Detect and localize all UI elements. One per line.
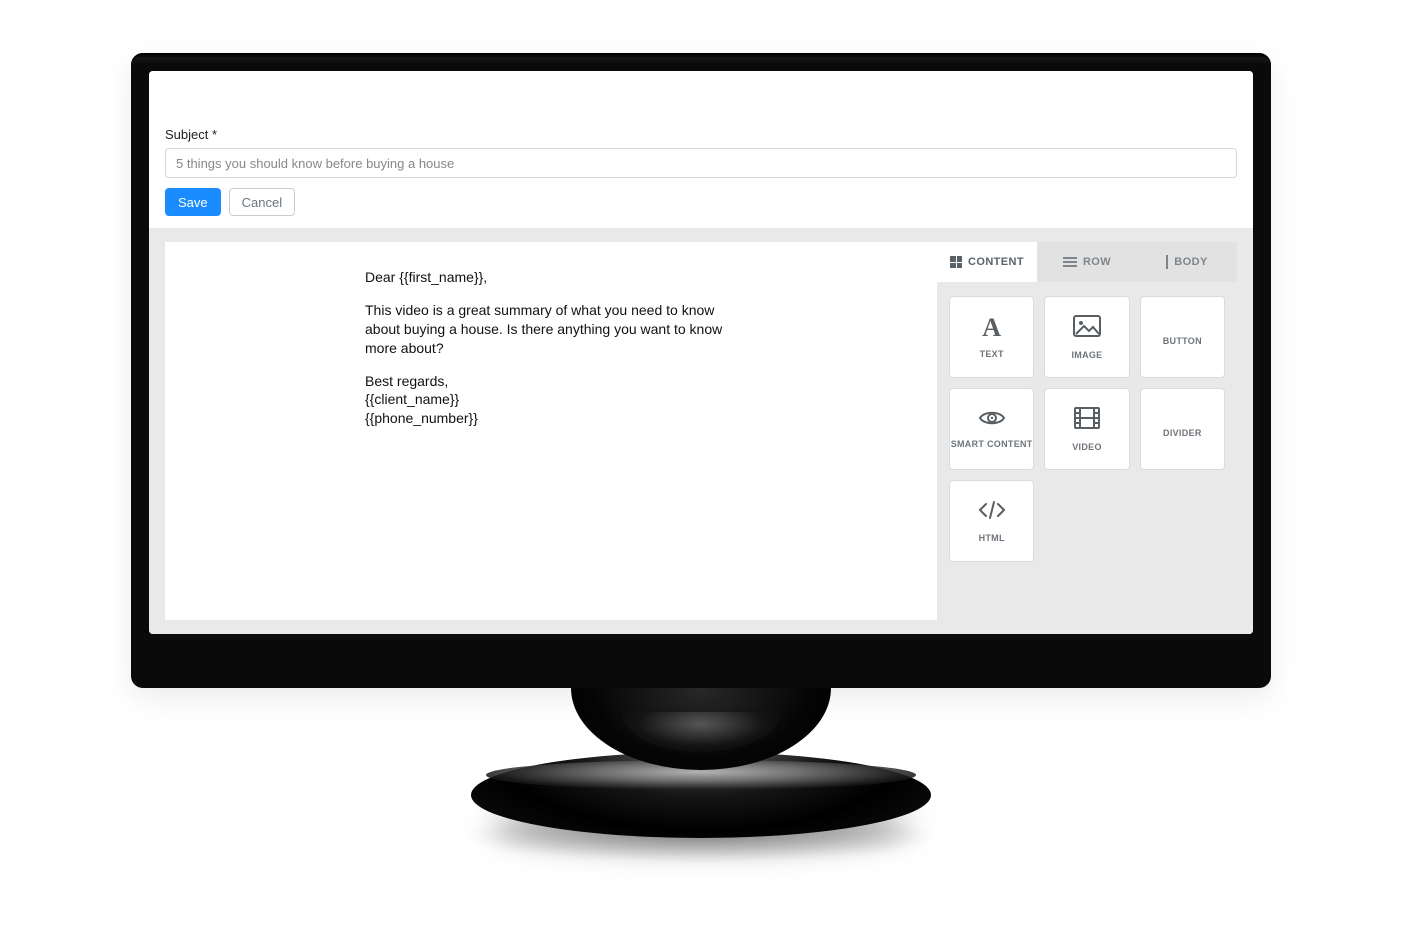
email-body: Dear {{first_name}}, This video is a gre…	[365, 268, 745, 428]
block-text[interactable]: A TEXT	[949, 296, 1034, 378]
block-html-label: HTML	[979, 533, 1005, 543]
button-row: Save Cancel	[165, 188, 1237, 216]
top-spacer	[149, 71, 1253, 127]
body-icon	[1166, 256, 1168, 268]
builder-wrap: Dear {{first_name}}, This video is a gre…	[149, 228, 1253, 634]
subject-label: Subject *	[165, 127, 1237, 142]
block-button-label: BUTTON	[1163, 336, 1202, 346]
email-closing: Best regards,	[365, 372, 745, 391]
email-canvas[interactable]: Dear {{first_name}}, This video is a gre…	[165, 242, 937, 620]
text-icon: A	[982, 315, 1001, 341]
code-icon	[977, 500, 1007, 525]
panel-tabs: CONTENT ROW	[937, 242, 1237, 282]
tab-body-label: BODY	[1174, 256, 1207, 268]
builder: Dear {{first_name}}, This video is a gre…	[165, 242, 1237, 620]
monitor-bezel: Subject * 5 things you should know befor…	[131, 53, 1271, 688]
save-button[interactable]: Save	[165, 188, 221, 216]
eye-gear-icon	[979, 410, 1005, 431]
email-greeting: Dear {{first_name}},	[365, 268, 745, 287]
block-smart-content[interactable]: SMART CONTENT	[949, 388, 1034, 470]
block-html[interactable]: HTML	[949, 480, 1034, 562]
form-area: Subject * 5 things you should know befor…	[149, 127, 1253, 228]
block-image[interactable]: IMAGE	[1044, 296, 1129, 378]
block-divider[interactable]: DIVIDER	[1140, 388, 1225, 470]
monitor-screen: Subject * 5 things you should know befor…	[149, 71, 1253, 634]
cancel-button[interactable]: Cancel	[229, 188, 295, 216]
content-blocks-grid: A TEXT	[937, 282, 1237, 576]
subject-input[interactable]: 5 things you should know before buying a…	[165, 148, 1237, 178]
email-editor-app: Subject * 5 things you should know befor…	[149, 71, 1253, 634]
block-text-label: TEXT	[980, 349, 1004, 359]
editor-sidepanel: CONTENT ROW	[937, 242, 1237, 620]
tab-body[interactable]: BODY	[1137, 242, 1237, 282]
block-video-label: VIDEO	[1072, 442, 1102, 452]
email-sig-line-1: {{client_name}}	[365, 390, 745, 409]
tab-row-label: ROW	[1083, 256, 1111, 268]
subject-input-value: 5 things you should know before buying a…	[176, 156, 454, 171]
grid-icon	[950, 256, 962, 268]
email-sig-line-2: {{phone_number}}	[365, 409, 745, 428]
tab-content[interactable]: CONTENT	[937, 242, 1037, 282]
email-signature: Best regards, {{client_name}} {{phone_nu…	[365, 372, 745, 429]
block-divider-label: DIVIDER	[1163, 428, 1202, 438]
rows-icon	[1063, 257, 1077, 267]
email-paragraph: This video is a great summary of what yo…	[365, 301, 745, 358]
block-video[interactable]: VIDEO	[1044, 388, 1129, 470]
film-icon	[1074, 407, 1100, 434]
block-smart-content-label: SMART CONTENT	[951, 439, 1033, 449]
tab-row[interactable]: ROW	[1037, 242, 1137, 282]
block-image-label: IMAGE	[1071, 350, 1102, 360]
tab-content-label: CONTENT	[968, 256, 1024, 268]
block-button[interactable]: BUTTON	[1140, 296, 1225, 378]
image-icon	[1073, 315, 1101, 342]
